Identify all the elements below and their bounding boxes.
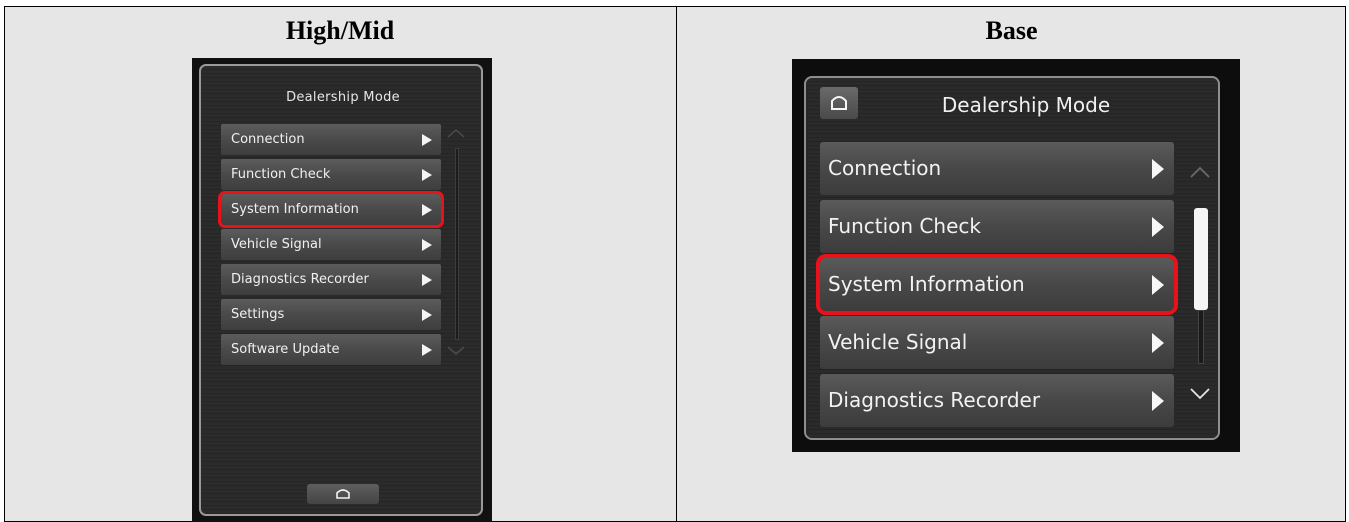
menu-item-settings[interactable]: Settings	[221, 299, 441, 330]
menu-item-label: Function Check	[231, 167, 331, 182]
menu-item-connection[interactable]: Connection	[820, 142, 1174, 195]
scrollbar-track[interactable]	[1198, 310, 1204, 364]
high-mid-panel: Dealership Mode Connection Function Chec…	[199, 64, 483, 516]
play-arrow-icon	[1152, 159, 1164, 179]
menu-item-label: Diagnostics Recorder	[231, 272, 369, 287]
base-panel: Dealership Mode Connection Function Chec…	[804, 76, 1220, 440]
high-mid-screen: Dealership Mode Connection Function Chec…	[192, 58, 492, 522]
play-arrow-icon	[1152, 217, 1164, 237]
play-arrow-icon	[1152, 275, 1164, 295]
high-mid-screen-title: Dealership Mode	[286, 90, 400, 105]
base-screen-title: Dealership Mode	[941, 93, 1111, 117]
menu-item-function-check[interactable]: Function Check	[221, 159, 441, 190]
menu-item-diagnostics-recorder[interactable]: Diagnostics Recorder	[820, 374, 1174, 427]
chevron-down-icon[interactable]	[1188, 386, 1212, 402]
menu-item-label: Function Check	[828, 214, 981, 238]
scrollbar-thumb[interactable]	[1194, 208, 1208, 310]
menu-item-vehicle-signal[interactable]: Vehicle Signal	[221, 229, 441, 260]
play-arrow-icon	[422, 309, 432, 321]
menu-item-system-information[interactable]: System Information	[816, 254, 1178, 315]
home-button[interactable]	[307, 484, 379, 504]
scrollbar-track[interactable]	[455, 148, 459, 340]
play-arrow-icon	[422, 134, 432, 146]
menu-item-label: System Information	[828, 272, 1025, 296]
base-screen: Dealership Mode Connection Function Chec…	[792, 59, 1240, 452]
home-button[interactable]	[820, 87, 858, 119]
menu-item-label: System Information	[231, 202, 359, 217]
menu-item-label: Settings	[231, 307, 285, 322]
column-title-base: Base	[985, 16, 1038, 45]
chevron-up-icon[interactable]	[445, 126, 467, 140]
play-arrow-icon	[422, 169, 432, 181]
chevron-down-icon[interactable]	[445, 344, 467, 358]
menu-item-label: Connection	[828, 156, 942, 180]
column-divider	[676, 6, 677, 522]
play-arrow-icon	[422, 239, 432, 251]
menu-item-label: Vehicle Signal	[231, 237, 322, 252]
play-arrow-icon	[422, 344, 432, 356]
menu-item-diagnostics-recorder[interactable]: Diagnostics Recorder	[221, 264, 441, 295]
menu-item-function-check[interactable]: Function Check	[820, 200, 1174, 253]
chevron-up-icon[interactable]	[1188, 164, 1212, 180]
play-arrow-icon	[422, 274, 432, 286]
column-title-high-mid: High/Mid	[285, 16, 395, 45]
menu-item-system-information[interactable]: System Information	[218, 191, 444, 228]
menu-item-label: Connection	[231, 132, 305, 147]
menu-item-vehicle-signal[interactable]: Vehicle Signal	[820, 316, 1174, 369]
play-arrow-icon	[1152, 391, 1164, 411]
menu-item-label: Software Update	[231, 342, 340, 357]
menu-item-label: Diagnostics Recorder	[828, 388, 1041, 412]
play-arrow-icon	[1152, 333, 1164, 353]
menu-item-connection[interactable]: Connection	[221, 124, 441, 155]
menu-item-label: Vehicle Signal	[828, 330, 968, 354]
home-icon	[831, 96, 847, 110]
play-arrow-icon	[422, 204, 432, 216]
menu-item-software-update[interactable]: Software Update	[221, 334, 441, 365]
home-icon	[336, 489, 350, 499]
